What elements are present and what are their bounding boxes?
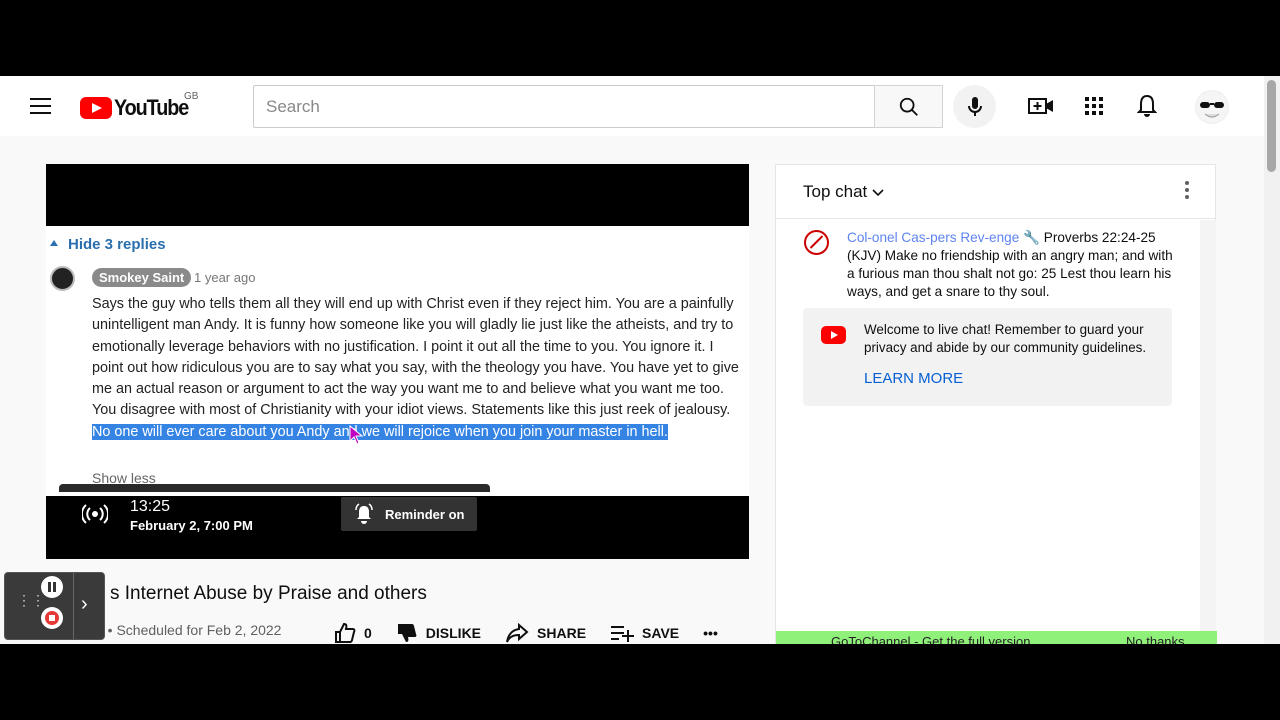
browser-viewport: YouTube GB Search Hide 3 replies Smokey …: [0, 76, 1280, 644]
live-chat-panel: Top chat Col-onel Cas-pers Rev-enge 🔧 Pr…: [775, 164, 1217, 644]
pause-recording-button[interactable]: [41, 576, 63, 598]
video-meta: g • Scheduled for Feb 2, 2022: [96, 622, 282, 638]
drag-handle-icon[interactable]: ⋮⋮: [17, 593, 45, 607]
menu-icon[interactable]: [30, 98, 51, 114]
promo-text: GoToChannel - Get the full version: [831, 634, 1031, 644]
welcome-banner: Welcome to live chat! Remember to guard …: [803, 308, 1172, 406]
more-dots: •••: [703, 625, 718, 641]
chat-messages: Col-onel Cas-pers Rev-enge 🔧 Proverbs 22…: [776, 220, 1199, 644]
video-camera-add-icon: [1028, 98, 1053, 114]
chat-author-name[interactable]: Col-onel Cas-pers Rev-enge: [847, 230, 1019, 245]
chat-scrollbar[interactable]: [1200, 220, 1216, 644]
page-scrollbar[interactable]: [1264, 76, 1280, 644]
more-actions-button[interactable]: •••: [703, 625, 718, 641]
hide-replies-toggle: Hide 3 replies: [50, 236, 166, 253]
countdown-time: 13:25: [130, 498, 171, 515]
apps-button[interactable]: [1081, 93, 1107, 119]
bell-ringing-icon: [355, 503, 373, 524]
reminder-label: Reminder on: [385, 506, 465, 522]
chat-author-avatar[interactable]: [804, 230, 829, 255]
commenter-avatar: [50, 266, 75, 291]
youtube-logo[interactable]: YouTube: [80, 95, 196, 121]
schedule-overlay-edge: [59, 484, 490, 492]
moderator-wrench-icon: 🔧: [1023, 230, 1040, 245]
video-title: s Internet Abuse by Praise and others: [110, 583, 427, 604]
chat-header: Top chat: [776, 165, 1215, 219]
chat-title: Top chat: [803, 182, 868, 201]
like-count: 0: [364, 625, 372, 641]
comment-highlighted-text: No one will ever care about you Andy and…: [92, 423, 668, 440]
reminder-button[interactable]: Reminder on: [341, 497, 477, 531]
expand-chevron-icon[interactable]: ›: [81, 593, 88, 616]
notifications-button[interactable]: [1134, 93, 1160, 119]
dislike-label: DISLIKE: [425, 625, 482, 641]
extension-promo-bar[interactable]: GoToChannel - Get the full version No tha…: [776, 631, 1217, 644]
save-label: SAVE: [642, 625, 680, 641]
learn-more-link[interactable]: LEARN MORE: [864, 370, 963, 387]
screen-recorder-widget[interactable]: ⋮⋮ ›: [4, 572, 105, 640]
playlist-add-icon: [611, 626, 635, 642]
page-scrollbar-thumb[interactable]: [1267, 80, 1276, 172]
recorder-divider: [73, 573, 74, 639]
dislike-button[interactable]: DISLIKE: [396, 622, 481, 644]
avatar-face-icon: [1196, 91, 1228, 123]
comment-body: Says the guy who tells them all they wil…: [92, 294, 742, 443]
welcome-text: Welcome to live chat! Remember to guard …: [864, 322, 1147, 355]
thumbs-down-icon: [397, 624, 417, 642]
region-code: GB: [184, 91, 199, 102]
masthead: YouTube GB Search: [0, 76, 1264, 136]
video-player[interactable]: Hide 3 replies Smokey Saint 1 year ago S…: [46, 164, 749, 559]
apps-grid-icon: [1085, 97, 1103, 115]
search-button[interactable]: [874, 85, 943, 128]
caret-up-icon: [50, 240, 58, 246]
hide-replies-label: Hide 3 replies: [68, 236, 166, 253]
bell-icon: [1137, 94, 1157, 117]
share-label: SHARE: [537, 625, 587, 641]
scheduled-date: February 2, 7:00 PM: [130, 518, 253, 533]
create-video-button[interactable]: [1028, 93, 1054, 119]
live-broadcast-icon: [82, 504, 108, 524]
share-button[interactable]: SHARE: [505, 623, 586, 643]
comment-author: Smokey Saint: [92, 268, 192, 287]
chevron-down-icon: [872, 189, 884, 197]
video-frame-comment-screenshot: Hide 3 replies Smokey Saint 1 year ago S…: [46, 226, 749, 496]
stop-icon: [45, 611, 59, 625]
pause-icon: [48, 582, 56, 592]
stop-recording-button[interactable]: [41, 607, 63, 629]
logo-text: YouTube: [114, 95, 189, 120]
video-actions: 0 DISLIKE SHARE SAVE •••: [334, 622, 742, 644]
thumbs-up-icon: [335, 622, 356, 643]
comment-text: Says the guy who tells them all they wil…: [92, 296, 739, 419]
promo-dismiss[interactable]: No thanks: [1126, 631, 1185, 644]
microphone-icon: [967, 96, 982, 116]
search-icon: [899, 97, 918, 116]
search-bar: Search: [253, 85, 943, 128]
account-avatar[interactable]: [1195, 90, 1229, 124]
youtube-play-icon: [80, 97, 112, 119]
chat-mode-selector[interactable]: Top chat: [803, 182, 884, 202]
voice-search-button[interactable]: [953, 85, 996, 128]
youtube-icon: [821, 326, 846, 344]
comment-time: 1 year ago: [194, 270, 256, 285]
mouse-cursor-icon: [349, 425, 363, 445]
more-vertical-icon: [1185, 181, 1189, 199]
save-button[interactable]: SAVE: [610, 624, 679, 642]
search-input[interactable]: Search: [253, 85, 874, 128]
chat-menu-button[interactable]: [1185, 181, 1189, 199]
share-arrow-icon: [506, 623, 529, 643]
like-button[interactable]: 0: [334, 622, 372, 644]
chat-message: Col-onel Cas-pers Rev-enge 🔧 Proverbs 22…: [847, 229, 1177, 301]
